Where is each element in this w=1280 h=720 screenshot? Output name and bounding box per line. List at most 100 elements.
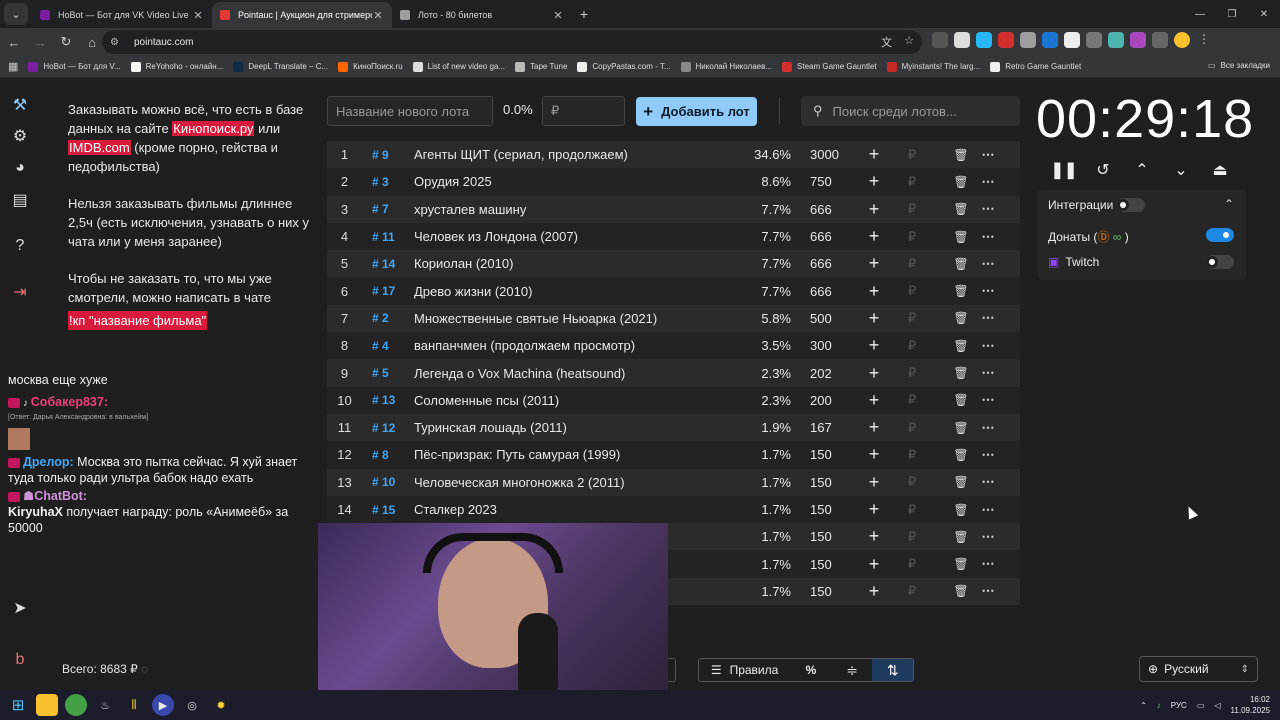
add-amount-icon[interactable]: +: [851, 335, 897, 356]
logout-icon[interactable]: ⇥: [8, 280, 32, 304]
lot-id[interactable]: # 15: [362, 503, 414, 517]
add-amount-icon[interactable]: +: [851, 526, 897, 547]
lot-name[interactable]: Туринская лошадь (2011): [414, 420, 734, 435]
extension-icon[interactable]: [1108, 32, 1124, 48]
lot-id[interactable]: # 7: [362, 202, 414, 216]
wheel-icon[interactable]: ◕: [8, 156, 32, 180]
app-icon[interactable]: ✹: [210, 694, 232, 716]
bookmark-item[interactable]: Tape Tune: [515, 61, 567, 72]
lot-id[interactable]: # 17: [362, 284, 414, 298]
lot-name[interactable]: Человек из Лондона (2007): [414, 229, 734, 244]
add-amount-icon[interactable]: +: [851, 390, 897, 411]
ruble-input-icon[interactable]: ₽: [897, 529, 927, 545]
obs-icon[interactable]: ◎: [181, 694, 203, 716]
bookmark-item[interactable]: Retro Game Gauntlet: [990, 61, 1081, 72]
add-amount-icon[interactable]: +: [851, 281, 897, 302]
add-amount-icon[interactable]: +: [851, 308, 897, 329]
tab-close-icon[interactable]: ✕: [192, 9, 204, 22]
bookmark-item[interactable]: CopyPastas.com - T...: [577, 61, 671, 72]
maximize-button[interactable]: ❐: [1216, 0, 1248, 28]
bookmark-item[interactable]: Myinstants! The larg...: [886, 61, 980, 72]
add-amount-icon[interactable]: +: [851, 554, 897, 575]
extension-icon[interactable]: [1064, 32, 1080, 48]
new-tab-button[interactable]: +: [572, 2, 596, 26]
browser-tab[interactable]: Pointauc | Аукцион для стримеров ✕: [212, 2, 392, 28]
more-options-icon[interactable]: ⋯: [975, 174, 1001, 190]
delete-lot-icon[interactable]: 🗑: [947, 421, 975, 435]
more-options-icon[interactable]: ⋯: [975, 365, 1001, 381]
lot-id[interactable]: # 13: [362, 393, 414, 407]
ruble-input-icon[interactable]: ₽: [897, 392, 927, 408]
lot-amount[interactable]: 150: [791, 529, 851, 544]
ruble-input-icon[interactable]: ₽: [897, 310, 927, 326]
site-info-icon[interactable]: ⚙: [110, 37, 124, 48]
delete-lot-icon[interactable]: 🗑: [947, 284, 975, 298]
all-bookmarks[interactable]: ▭ Все закладки: [1208, 61, 1270, 70]
lot-amount[interactable]: 3000: [791, 147, 851, 162]
delete-lot-icon[interactable]: 🗑: [947, 148, 975, 162]
lot-id[interactable]: # 11: [362, 230, 414, 244]
max-time-icon[interactable]: ⏏: [1208, 158, 1232, 182]
more-options-icon[interactable]: ⋯: [975, 583, 1001, 599]
lot-name[interactable]: Агенты ЩИТ (сериал, продолжаем): [414, 147, 734, 162]
lot-name[interactable]: Древо жизни (2010): [414, 284, 734, 299]
steam-icon[interactable]: ♨: [94, 694, 116, 716]
lot-amount[interactable]: 300: [791, 338, 851, 353]
extension-icon[interactable]: [932, 32, 948, 48]
twitch-toggle[interactable]: [1206, 255, 1234, 269]
apps-grid-icon[interactable]: ▦: [8, 60, 18, 73]
lot-amount[interactable]: 200: [791, 393, 851, 408]
back-button[interactable]: ←: [2, 30, 26, 54]
lot-id[interactable]: # 2: [362, 311, 414, 325]
lot-id[interactable]: # 8: [362, 448, 414, 462]
collapse-chevron-icon[interactable]: ⌃: [1224, 197, 1234, 211]
lot-id[interactable]: # 14: [362, 257, 414, 271]
more-options-icon[interactable]: ⋯: [975, 556, 1001, 572]
close-window-button[interactable]: ✕: [1248, 0, 1280, 28]
donations-toggle[interactable]: [1206, 228, 1234, 242]
subtract-time-icon[interactable]: ⌄: [1169, 158, 1193, 182]
more-options-icon[interactable]: ⋯: [975, 310, 1001, 326]
delete-lot-icon[interactable]: 🗑: [947, 557, 975, 571]
delete-lot-icon[interactable]: 🗑: [947, 311, 975, 325]
minimize-button[interactable]: —: [1184, 0, 1216, 28]
more-options-icon[interactable]: ⋯: [975, 256, 1001, 272]
more-options-icon[interactable]: ⋯: [975, 420, 1001, 436]
more-options-icon[interactable]: ⋯: [975, 338, 1001, 354]
add-amount-icon[interactable]: +: [851, 499, 897, 520]
help-icon[interactable]: ?: [8, 234, 32, 258]
ruble-input-icon[interactable]: ₽: [897, 583, 927, 599]
more-options-icon[interactable]: ⋯: [975, 392, 1001, 408]
lot-name[interactable]: Сталкер 2023: [414, 502, 734, 517]
ruble-input-icon[interactable]: ₽: [897, 338, 927, 354]
lot-id[interactable]: # 4: [362, 339, 414, 353]
reload-button[interactable]: ↻: [54, 30, 78, 54]
extension-icon[interactable]: [954, 32, 970, 48]
delete-lot-icon[interactable]: 🗑: [947, 475, 975, 489]
bookmark-item[interactable]: HoBot — Бот для V...: [28, 61, 121, 72]
add-amount-icon[interactable]: +: [851, 472, 897, 493]
extension-icon[interactable]: [1020, 32, 1036, 48]
add-amount-icon[interactable]: +: [851, 363, 897, 384]
add-amount-icon[interactable]: +: [851, 581, 897, 602]
hide-eye-icon[interactable]: ◌: [141, 662, 148, 676]
lot-name[interactable]: Орудия 2025: [414, 174, 734, 189]
lot-amount[interactable]: 666: [791, 202, 851, 217]
add-amount-icon[interactable]: +: [851, 171, 897, 192]
mic-icon[interactable]: ♪: [1157, 701, 1161, 710]
browser-tab[interactable]: Лото - 80 билетов ✕: [392, 2, 572, 28]
ruble-input-icon[interactable]: ₽: [897, 174, 927, 190]
add-amount-icon[interactable]: +: [851, 226, 897, 247]
more-options-icon[interactable]: ⋯: [975, 147, 1001, 163]
windows-start-icon[interactable]: ⊞: [7, 694, 29, 716]
delete-lot-icon[interactable]: 🗑: [947, 339, 975, 353]
lot-amount[interactable]: 150: [791, 447, 851, 462]
lot-name[interactable]: Кориолан (2010): [414, 256, 734, 271]
clipboard-icon[interactable]: ▤: [8, 188, 32, 212]
lot-id[interactable]: # 10: [362, 475, 414, 489]
extension-icon[interactable]: [1130, 32, 1146, 48]
lot-name[interactable]: ванпанчмен (продолжаем просмотр): [414, 338, 734, 353]
lot-name[interactable]: Пёс-призрак: Путь самурая (1999): [414, 447, 734, 462]
kinopoisk-link[interactable]: Кинопоиск.ру: [172, 121, 255, 136]
add-amount-icon[interactable]: +: [851, 199, 897, 220]
